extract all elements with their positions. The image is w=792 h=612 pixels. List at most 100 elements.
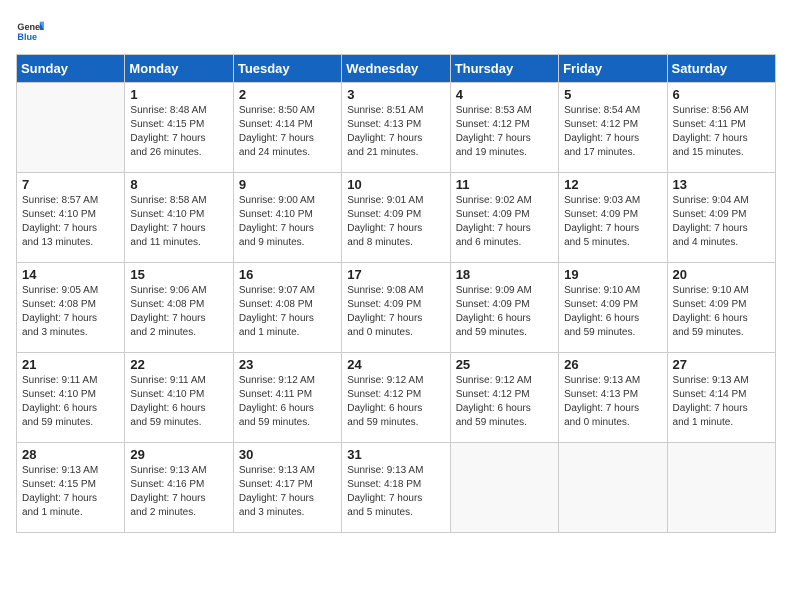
day-number: 26: [564, 357, 661, 372]
day-info: Sunrise: 9:02 AM Sunset: 4:09 PM Dayligh…: [456, 194, 553, 250]
day-number: 27: [673, 357, 770, 372]
day-number: 16: [239, 267, 336, 282]
day-cell: 10 Sunrise: 9:01 AM Sunset: 4:09 PM Dayli…: [342, 173, 450, 263]
day-info: Sunrise: 9:11 AM Sunset: 4:10 PM Dayligh…: [22, 374, 119, 430]
day-cell: [17, 83, 125, 173]
logo: General Blue: [16, 16, 44, 44]
day-cell: [667, 443, 775, 533]
day-cell: 20 Sunrise: 9:10 AM Sunset: 4:09 PM Dayli…: [667, 263, 775, 353]
day-info: Sunrise: 9:13 AM Sunset: 4:16 PM Dayligh…: [130, 464, 227, 520]
day-number: 5: [564, 87, 661, 102]
day-info: Sunrise: 9:13 AM Sunset: 4:17 PM Dayligh…: [239, 464, 336, 520]
day-cell: 4Sunrise: 8:53 AM Sunset: 4:12 PM Daylig…: [450, 83, 558, 173]
week-row-5: 28 Sunrise: 9:13 AM Sunset: 4:15 PM Dayli…: [17, 443, 776, 533]
day-info: Sunrise: 9:03 AM Sunset: 4:09 PM Dayligh…: [564, 194, 661, 250]
day-cell: 28 Sunrise: 9:13 AM Sunset: 4:15 PM Dayli…: [17, 443, 125, 533]
day-cell: 23 Sunrise: 9:12 AM Sunset: 4:11 PM Dayli…: [233, 353, 341, 443]
day-number: 19: [564, 267, 661, 282]
day-cell: 16 Sunrise: 9:07 AM Sunset: 4:08 PM Dayli…: [233, 263, 341, 353]
day-number: 10: [347, 177, 444, 192]
day-cell: 29 Sunrise: 9:13 AM Sunset: 4:16 PM Dayli…: [125, 443, 233, 533]
days-header-row: SundayMondayTuesdayWednesdayThursdayFrid…: [17, 55, 776, 83]
day-info: Sunrise: 9:13 AM Sunset: 4:15 PM Dayligh…: [22, 464, 119, 520]
day-cell: 8 Sunrise: 8:58 AM Sunset: 4:10 PM Daylig…: [125, 173, 233, 263]
day-cell: 14Sunrise: 9:05 AM Sunset: 4:08 PM Dayli…: [17, 263, 125, 353]
day-number: 21: [22, 357, 119, 372]
day-cell: 27 Sunrise: 9:13 AM Sunset: 4:14 PM Dayli…: [667, 353, 775, 443]
day-info: Sunrise: 9:01 AM Sunset: 4:09 PM Dayligh…: [347, 194, 444, 250]
day-header-thursday: Thursday: [450, 55, 558, 83]
calendar-table: SundayMondayTuesdayWednesdayThursdayFrid…: [16, 54, 776, 533]
day-cell: [559, 443, 667, 533]
day-info: Sunrise: 9:12 AM Sunset: 4:12 PM Dayligh…: [456, 374, 553, 430]
day-cell: 19 Sunrise: 9:10 AM Sunset: 4:09 PM Dayli…: [559, 263, 667, 353]
day-info: Sunrise: 8:57 AM Sunset: 4:10 PM Dayligh…: [22, 194, 119, 250]
day-number: 6: [673, 87, 770, 102]
day-cell: 30 Sunrise: 9:13 AM Sunset: 4:17 PM Dayli…: [233, 443, 341, 533]
day-cell: 2Sunrise: 8:50 AM Sunset: 4:14 PM Daylig…: [233, 83, 341, 173]
day-number: 1: [130, 87, 227, 102]
day-number: 13: [673, 177, 770, 192]
day-info: Sunrise: 8:54 AM Sunset: 4:12 PM Dayligh…: [564, 104, 661, 160]
day-number: 15: [130, 267, 227, 282]
day-number: 2: [239, 87, 336, 102]
day-info: Sunrise: 9:06 AM Sunset: 4:08 PM Dayligh…: [130, 284, 227, 340]
day-info: Sunrise: 8:56 AM Sunset: 4:11 PM Dayligh…: [673, 104, 770, 160]
day-header-monday: Monday: [125, 55, 233, 83]
day-cell: 31Sunrise: 9:13 AM Sunset: 4:18 PM Dayli…: [342, 443, 450, 533]
day-info: Sunrise: 9:00 AM Sunset: 4:10 PM Dayligh…: [239, 194, 336, 250]
day-info: Sunrise: 9:08 AM Sunset: 4:09 PM Dayligh…: [347, 284, 444, 340]
week-row-1: 1 Sunrise: 8:48 AM Sunset: 4:15 PM Daylig…: [17, 83, 776, 173]
day-cell: 11 Sunrise: 9:02 AM Sunset: 4:09 PM Dayli…: [450, 173, 558, 263]
day-cell: [450, 443, 558, 533]
logo-icon: General Blue: [16, 16, 44, 44]
week-row-3: 14Sunrise: 9:05 AM Sunset: 4:08 PM Dayli…: [17, 263, 776, 353]
day-cell: 9 Sunrise: 9:00 AM Sunset: 4:10 PM Daylig…: [233, 173, 341, 263]
day-number: 30: [239, 447, 336, 462]
day-info: Sunrise: 9:13 AM Sunset: 4:13 PM Dayligh…: [564, 374, 661, 430]
day-info: Sunrise: 9:07 AM Sunset: 4:08 PM Dayligh…: [239, 284, 336, 340]
day-number: 25: [456, 357, 553, 372]
day-info: Sunrise: 9:10 AM Sunset: 4:09 PM Dayligh…: [564, 284, 661, 340]
day-number: 14: [22, 267, 119, 282]
day-cell: 6 Sunrise: 8:56 AM Sunset: 4:11 PM Daylig…: [667, 83, 775, 173]
day-header-friday: Friday: [559, 55, 667, 83]
day-info: Sunrise: 9:10 AM Sunset: 4:09 PM Dayligh…: [673, 284, 770, 340]
day-cell: 3Sunrise: 8:51 AM Sunset: 4:13 PM Daylig…: [342, 83, 450, 173]
day-number: 7: [22, 177, 119, 192]
day-info: Sunrise: 9:04 AM Sunset: 4:09 PM Dayligh…: [673, 194, 770, 250]
day-cell: 13 Sunrise: 9:04 AM Sunset: 4:09 PM Dayli…: [667, 173, 775, 263]
day-cell: 7 Sunrise: 8:57 AM Sunset: 4:10 PM Daylig…: [17, 173, 125, 263]
day-cell: 25 Sunrise: 9:12 AM Sunset: 4:12 PM Dayli…: [450, 353, 558, 443]
week-row-4: 21 Sunrise: 9:11 AM Sunset: 4:10 PM Dayli…: [17, 353, 776, 443]
day-number: 31: [347, 447, 444, 462]
day-number: 9: [239, 177, 336, 192]
day-number: 8: [130, 177, 227, 192]
day-cell: 1 Sunrise: 8:48 AM Sunset: 4:15 PM Daylig…: [125, 83, 233, 173]
day-info: Sunrise: 9:12 AM Sunset: 4:11 PM Dayligh…: [239, 374, 336, 430]
day-cell: 15 Sunrise: 9:06 AM Sunset: 4:08 PM Dayli…: [125, 263, 233, 353]
day-number: 23: [239, 357, 336, 372]
day-number: 28: [22, 447, 119, 462]
day-info: Sunrise: 8:48 AM Sunset: 4:15 PM Dayligh…: [130, 104, 227, 160]
day-cell: 12Sunrise: 9:03 AM Sunset: 4:09 PM Dayli…: [559, 173, 667, 263]
day-cell: 17Sunrise: 9:08 AM Sunset: 4:09 PM Dayli…: [342, 263, 450, 353]
day-info: Sunrise: 9:12 AM Sunset: 4:12 PM Dayligh…: [347, 374, 444, 430]
day-header-saturday: Saturday: [667, 55, 775, 83]
day-cell: 5 Sunrise: 8:54 AM Sunset: 4:12 PM Daylig…: [559, 83, 667, 173]
day-number: 3: [347, 87, 444, 102]
day-number: 4: [456, 87, 553, 102]
page-header: General Blue: [16, 16, 776, 44]
day-number: 20: [673, 267, 770, 282]
day-number: 29: [130, 447, 227, 462]
day-number: 24: [347, 357, 444, 372]
day-header-sunday: Sunday: [17, 55, 125, 83]
day-cell: 24 Sunrise: 9:12 AM Sunset: 4:12 PM Dayli…: [342, 353, 450, 443]
day-info: Sunrise: 8:58 AM Sunset: 4:10 PM Dayligh…: [130, 194, 227, 250]
day-cell: 18Sunrise: 9:09 AM Sunset: 4:09 PM Dayli…: [450, 263, 558, 353]
day-header-tuesday: Tuesday: [233, 55, 341, 83]
day-cell: 26 Sunrise: 9:13 AM Sunset: 4:13 PM Dayli…: [559, 353, 667, 443]
day-cell: 21 Sunrise: 9:11 AM Sunset: 4:10 PM Dayli…: [17, 353, 125, 443]
day-number: 11: [456, 177, 553, 192]
day-info: Sunrise: 9:13 AM Sunset: 4:14 PM Dayligh…: [673, 374, 770, 430]
